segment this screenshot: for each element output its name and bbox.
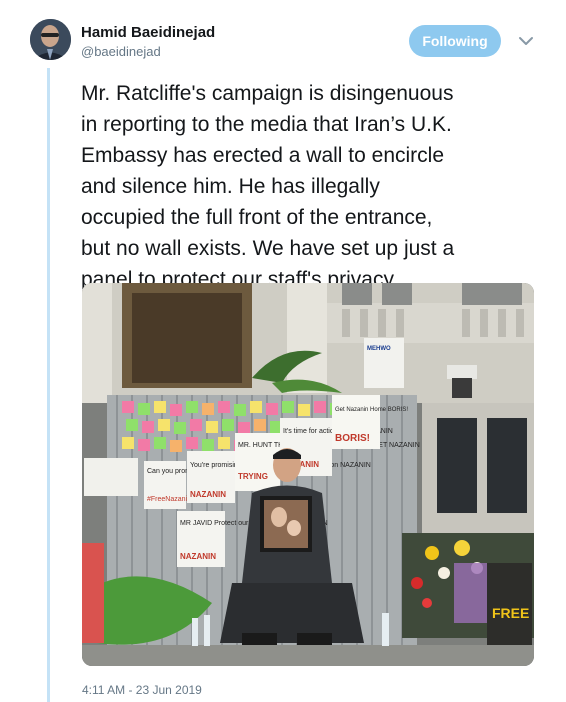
avatar[interactable] — [30, 19, 71, 60]
sign-text: #FreeNazanin — [147, 496, 191, 503]
sign-text: FREE NAZANIN — [492, 605, 534, 621]
tweet-timestamp[interactable]: 4:11 AM - 23 Jun 2019 — [82, 683, 202, 697]
svg-text:NAZANIN: NAZANIN — [180, 552, 216, 561]
chevron-down-icon[interactable] — [518, 35, 534, 47]
tweet-text: Mr. Ratcliffe's campaign is disingenuous… — [81, 78, 541, 295]
tweet-text-line: but no wall exists. We have set up just … — [81, 237, 455, 260]
author-handle[interactable]: @baeidinejad — [81, 44, 161, 59]
tweet-text-line: Mr. Ratcliffe's campaign is disingenuous — [81, 82, 454, 105]
tweet-text-line: Embassy has erected a wall to encircle — [81, 144, 444, 167]
following-button[interactable]: Following — [409, 25, 501, 57]
svg-text:NAZANIN: NAZANIN — [190, 490, 226, 499]
sign-text: Get Nazanin Home BORIS! — [335, 407, 408, 413]
tweet-text-line: and silence him. He has illegally — [81, 175, 380, 198]
svg-text:TRYING: TRYING — [238, 472, 268, 481]
avatar-photo — [30, 19, 71, 60]
tweet-text-line: occupied the full front of the entrance, — [81, 206, 433, 229]
author-display-name[interactable]: Hamid Baeidinejad — [81, 24, 215, 41]
sign-text: MEHWO — [367, 346, 391, 352]
tweet-text-line: in reporting to the media that Iran’s U.… — [81, 113, 452, 136]
thread-line — [47, 68, 50, 702]
svg-text:BORIS!: BORIS! — [335, 433, 370, 444]
embassy-protest-photo: Can you promise all our citizens a brigh… — [82, 283, 534, 666]
tweet-photo[interactable]: Can you promise all our citizens a brigh… — [82, 283, 534, 666]
